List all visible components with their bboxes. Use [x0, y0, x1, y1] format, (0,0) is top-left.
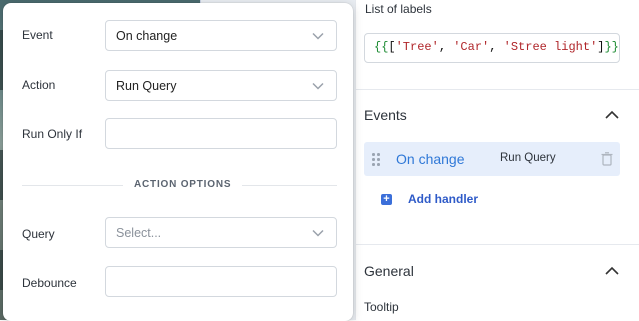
code-item: 'Car': [453, 40, 490, 54]
divider: [356, 89, 639, 90]
action-label: Action: [22, 78, 56, 92]
divider: [356, 244, 639, 245]
add-handler-label: Add handler: [408, 192, 479, 206]
chevron-down-icon: [312, 32, 324, 40]
code-item: 'Tree': [395, 40, 439, 54]
event-select-value: On change: [116, 29, 178, 43]
list-of-labels-label: List of labels: [365, 2, 432, 16]
action-select[interactable]: Run Query: [105, 70, 337, 101]
plus-icon: +: [381, 193, 392, 205]
run-only-if-label: Run Only If: [22, 127, 83, 141]
handler-event-name: On change: [396, 151, 465, 167]
add-handler-button[interactable]: + Add handler: [381, 190, 478, 208]
query-label: Query: [22, 227, 55, 241]
events-section-title[interactable]: Events: [364, 107, 407, 123]
event-label: Event: [22, 28, 53, 42]
code-item: 'Stree light': [503, 40, 598, 54]
tooltip-label: Tooltip: [364, 300, 399, 314]
event-handler-popover: Event On change Action Run Query Run Onl…: [3, 3, 353, 321]
action-select-value: Run Query: [116, 79, 177, 93]
handler-action-name: Run Query: [500, 152, 556, 164]
query-select[interactable]: Select...: [105, 217, 337, 248]
run-only-if-input[interactable]: [105, 118, 337, 149]
chevron-down-icon: [312, 229, 324, 237]
action-options-heading: ACTION OPTIONS: [123, 179, 243, 190]
drag-handle-icon[interactable]: [372, 153, 380, 167]
code-brace-open: {{: [374, 40, 389, 54]
code-brace-close: }}: [604, 40, 619, 54]
properties-panel: List of labels {{['Tree', 'Car', 'Stree …: [355, 0, 639, 320]
general-section-title[interactable]: General: [364, 263, 414, 279]
event-handler-row[interactable]: On change Run Query: [364, 142, 620, 176]
debounce-input[interactable]: [105, 266, 337, 297]
chevron-up-icon[interactable]: [604, 266, 620, 276]
event-select[interactable]: On change: [105, 20, 337, 51]
query-select-placeholder: Select...: [116, 226, 162, 240]
code-separator: ,: [489, 40, 504, 54]
code-bracket-open: [: [388, 40, 396, 54]
code-separator: ,: [438, 40, 454, 54]
chevron-down-icon: [312, 82, 324, 90]
trash-icon[interactable]: [601, 152, 613, 166]
list-of-labels-input[interactable]: {{['Tree', 'Car', 'Stree light']}}: [364, 33, 620, 63]
debounce-label: Debounce: [22, 276, 77, 290]
chevron-up-icon[interactable]: [604, 110, 620, 120]
